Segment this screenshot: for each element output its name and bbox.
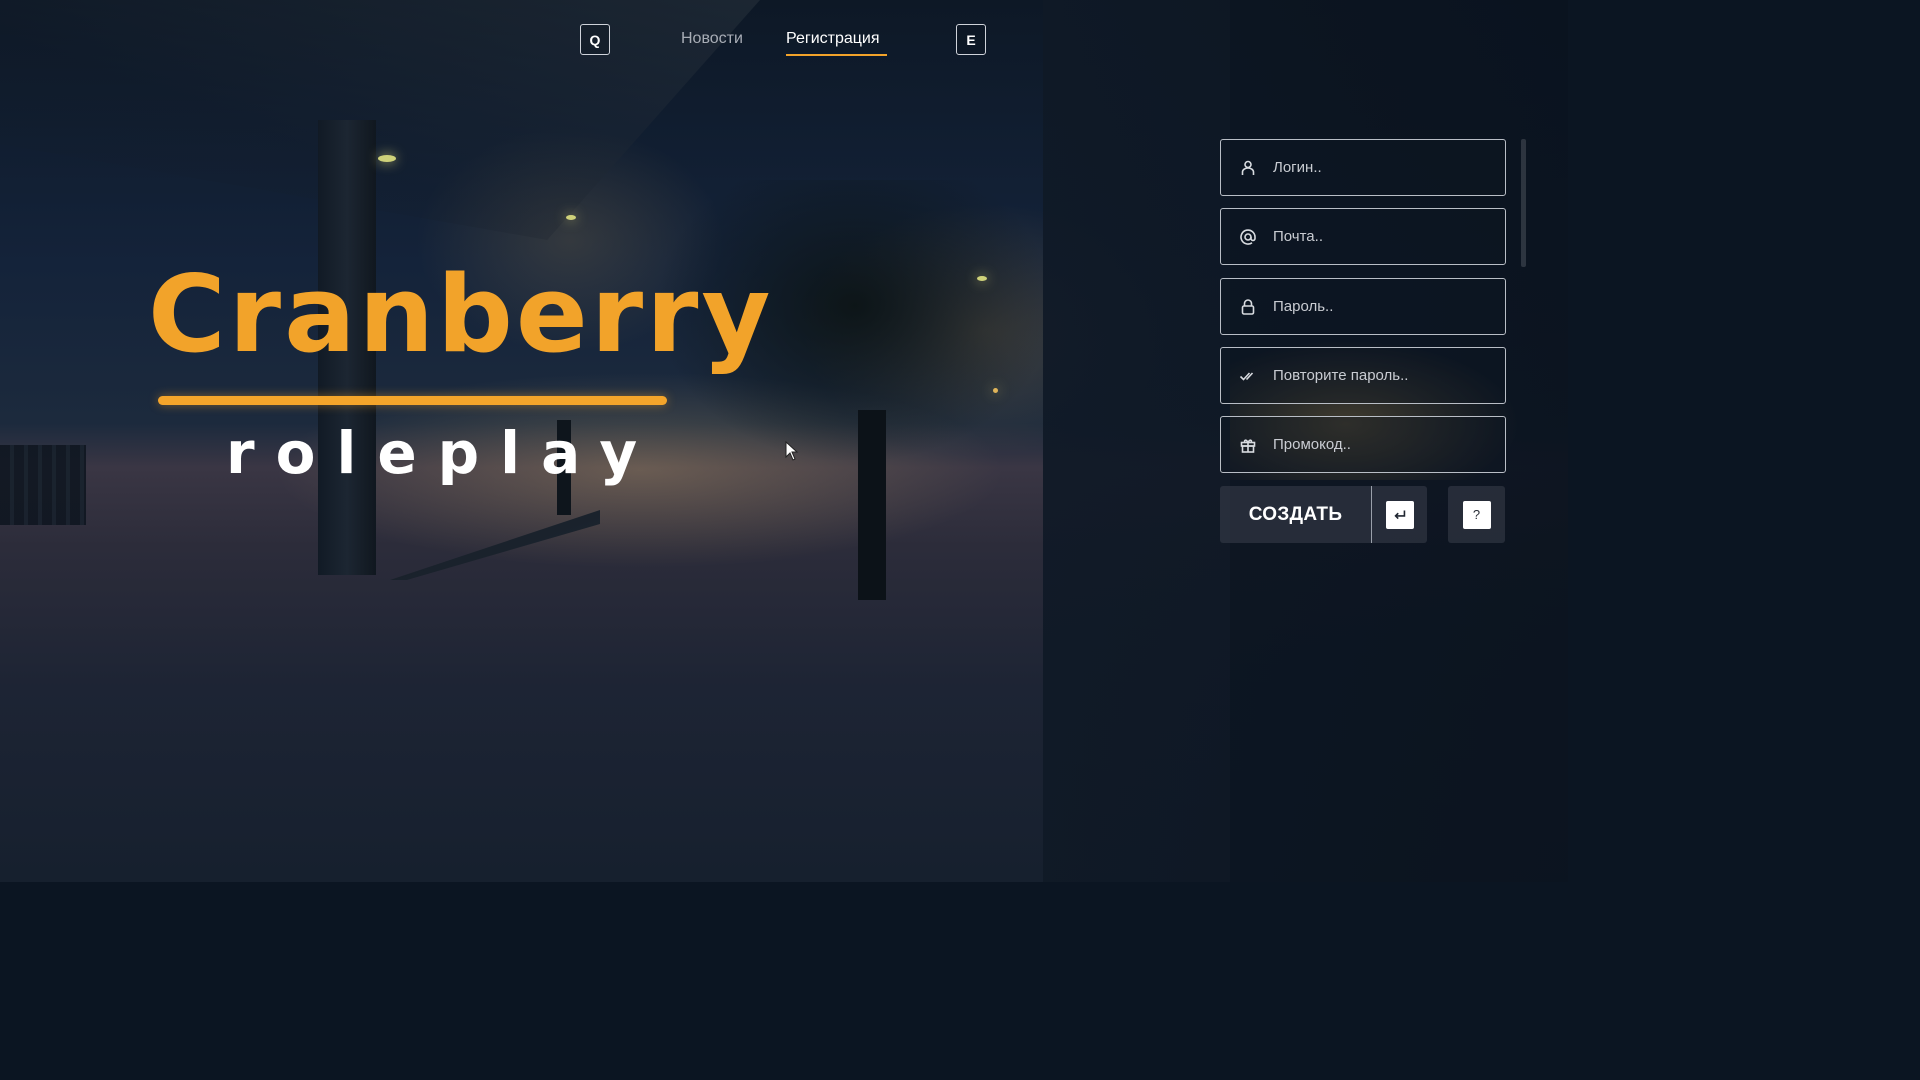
- active-tab-indicator: [786, 54, 887, 56]
- tab-registration[interactable]: Регистрация: [786, 30, 880, 48]
- street-lamp: [977, 276, 987, 281]
- login-input[interactable]: [1273, 159, 1505, 176]
- street-lamp: [566, 215, 576, 220]
- promo-code-field[interactable]: [1220, 416, 1506, 473]
- password-input[interactable]: [1273, 298, 1505, 315]
- logo-underline: [158, 396, 667, 405]
- logo-subtitle: roleplay: [226, 419, 659, 487]
- email-input[interactable]: [1273, 228, 1505, 245]
- form-scrollbar[interactable]: [1521, 139, 1526, 267]
- mouse-cursor-icon: [785, 441, 799, 461]
- prev-tab-key-button[interactable]: Q: [580, 24, 610, 55]
- repeat-password-input[interactable]: [1273, 367, 1505, 384]
- help-button[interactable]: ?: [1448, 486, 1505, 543]
- promo-code-input[interactable]: [1273, 436, 1505, 453]
- create-account-button[interactable]: СОЗДАТЬ: [1220, 486, 1372, 543]
- login-field[interactable]: [1220, 139, 1506, 196]
- street-lamp: [993, 388, 998, 393]
- double-check-icon: [1239, 367, 1257, 385]
- gift-icon: [1239, 436, 1257, 454]
- bollard: [858, 410, 886, 600]
- help-key-icon: ?: [1462, 500, 1491, 529]
- street-lamp: [378, 155, 396, 162]
- at-icon: [1239, 228, 1257, 246]
- lock-icon: [1239, 298, 1257, 316]
- create-account-group: СОЗДАТЬ: [1220, 486, 1427, 543]
- enter-key-icon: [1385, 500, 1414, 529]
- user-icon: [1239, 159, 1257, 177]
- repeat-password-field[interactable]: [1220, 347, 1506, 404]
- email-field[interactable]: [1220, 208, 1506, 265]
- enter-key-hint[interactable]: [1372, 486, 1427, 543]
- tab-news[interactable]: Новости: [681, 30, 743, 48]
- registration-screen: Q Новости Регистрация E Cranberry rolepl…: [0, 0, 1568, 882]
- logo-title: Cranberry: [148, 253, 774, 376]
- next-tab-key-button[interactable]: E: [956, 24, 986, 55]
- password-field[interactable]: [1220, 278, 1506, 335]
- bench: [0, 445, 86, 525]
